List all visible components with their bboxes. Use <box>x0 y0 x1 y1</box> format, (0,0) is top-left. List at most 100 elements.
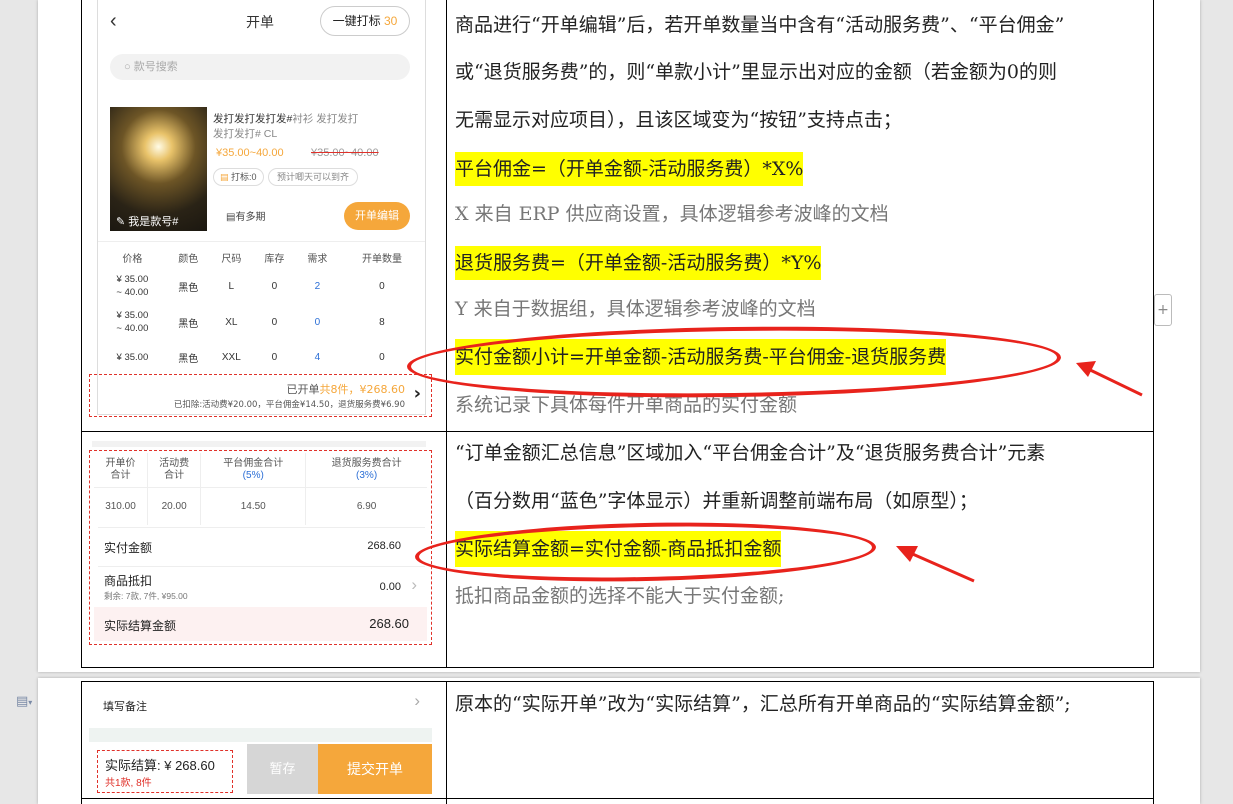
offset-value[interactable]: 0.00 <box>380 581 401 593</box>
table-border <box>81 681 1154 682</box>
screen-title: 开单 <box>246 14 274 30</box>
price-cell: ¥ 35.00 <box>116 351 149 363</box>
table-border <box>1153 0 1154 668</box>
doc-note: X 来自 ERP 供应商设置，具体逻辑参考波峰的文档 <box>455 203 889 225</box>
doc-paragraph: （百分数用“蓝色”字体显示）并重新调整前端布局（如原型）； <box>455 490 978 512</box>
product-price: ¥35.00~40.00 <box>216 147 284 159</box>
search-icon: ○ <box>124 61 131 73</box>
product-name-line2: 发打发打# CL <box>213 126 277 141</box>
subtotal-opened: 已开单 <box>286 383 320 396</box>
mobile-mockup-order: ‹ 开单 一键打标 30 ○ 款号搜索 ✎ 我是款号# 发打发打发打发#衬衫 发… <box>97 0 426 415</box>
summary-header-row: 开单价 合计 活动费 合计 平台佣金合计 (5%) 退货服务费合计 (3%) <box>94 453 427 488</box>
summary-header: 开单价 <box>105 457 136 469</box>
search-placeholder: 款号搜索 <box>133 61 178 73</box>
summary-percent: (5%) <box>242 469 264 481</box>
chevron-right-icon[interactable]: › <box>414 383 421 404</box>
formula-commission: 平台佣金=（开单金额-活动服务费）*X% <box>455 152 804 186</box>
divider <box>98 527 425 528</box>
product-old-price: ¥35.00~40.00 <box>311 147 379 159</box>
chevron-right-icon[interactable]: › <box>414 691 420 711</box>
qty-cell[interactable]: 8 <box>339 304 425 340</box>
chevron-right-icon[interactable]: › <box>411 575 417 595</box>
table-border <box>81 798 1154 799</box>
color-cell: 黑色 <box>178 282 199 294</box>
product-name-main: 发打发打发打发# <box>213 113 293 125</box>
arrow-icon <box>896 546 975 583</box>
save-draft-button[interactable]: 暂存 <box>247 744 318 794</box>
demand-cell: 2 <box>314 280 321 292</box>
table-border <box>1153 681 1154 804</box>
stock-cell: 0 <box>271 351 278 363</box>
summary-value: 6.90 <box>356 500 377 512</box>
remark-field[interactable]: 填写备注 <box>103 698 147 714</box>
offset-label: 商品抵扣 <box>104 574 153 588</box>
stock-cell: 0 <box>271 280 278 292</box>
document-icon[interactable]: ▤▾ <box>16 694 32 709</box>
summary-header: 退货服务费合计 <box>331 457 402 469</box>
demand-cell: 0 <box>314 316 321 328</box>
settlement-row: 实际结算金额 268.60 <box>94 607 427 641</box>
settlement-label: 实际结算金额 <box>104 619 177 633</box>
offset-remaining: 剩余: 7款, 7件, ¥95.00 <box>104 591 188 601</box>
color-cell: 黑色 <box>178 318 199 330</box>
column-header: 尺码 <box>221 253 242 265</box>
paid-amount-label: 实付金额 <box>104 541 153 555</box>
paid-amount-value: 268.60 <box>367 540 401 552</box>
multi-period[interactable]: ▤有多期 <box>226 208 265 223</box>
doc-paragraph: “订单金额汇总信息”区域加入“平台佣金合计”及“退货服务费合计”元素 <box>455 442 1046 464</box>
back-icon[interactable]: ‹ <box>110 10 117 33</box>
demand-cell: 4 <box>314 351 321 363</box>
doc-paragraph: 商品进行“开单编辑”后，若开单数量当中含有“活动服务费”、“平台佣金” <box>455 14 1065 36</box>
doc-paragraph: 无需显示对应项目），且该区域变为“按钮”支持点击； <box>455 109 902 131</box>
settle-total-area: 实际结算: ¥ 268.60 共1款, 8件 <box>97 750 233 793</box>
subtotal-deduction: 已扣除:活动费¥20.00，平台佣金¥14.50，退货服务费¥6.90 <box>173 400 405 410</box>
qty-cell[interactable]: 0 <box>339 268 425 304</box>
settle-count: 共1款, 8件 <box>105 778 152 789</box>
multi-period-label: 有多期 <box>235 212 266 223</box>
summary-value: 310.00 <box>94 487 148 525</box>
order-summary-area: 开单价 合计 活动费 合计 平台佣金合计 (5%) 退货服务费合计 (3%) 310.0… <box>89 450 432 645</box>
submit-order-button[interactable]: 提交开单 <box>318 744 432 794</box>
edit-icon: ✎ <box>116 216 126 228</box>
settlement-value: 268.60 <box>369 616 409 631</box>
column-header: 颜色 <box>178 253 199 265</box>
product-image: ✎ 我是款号# <box>110 107 207 231</box>
subtotal-count: 共8件， <box>319 383 360 396</box>
order-edit-button[interactable]: 开单编辑 <box>344 202 410 230</box>
summary-value: 20.00 <box>147 487 202 525</box>
sku-table-header: 价格 颜色 尺码 库存 需求 开单数量 <box>98 246 425 268</box>
product-code: CL <box>263 128 278 140</box>
subtotal-area[interactable]: 已开单共8件，¥268.60 已扣除:活动费¥20.00，平台佣金¥14.50，… <box>89 374 432 417</box>
product-name: 发打发打发打发#衬衫 发打发打 <box>213 111 413 126</box>
summary-header: 活动费 <box>159 457 190 469</box>
summary-values-row: 310.00 20.00 14.50 6.90 <box>94 487 427 525</box>
table-border <box>81 0 82 668</box>
quick-mark-label: 一键打标 <box>332 14 381 28</box>
summary-header: 平台佣金合计 <box>223 457 284 469</box>
table-row: ¥ 35.00 黑色 XXL 0 4 0 <box>98 340 425 374</box>
add-row-icon[interactable]: + <box>1154 294 1172 326</box>
sku-table: 价格 颜色 尺码 库存 需求 开单数量 ¥ 35.00 ~ 40.00 黑色 L 0 2 0 ¥ 3… <box>98 246 425 374</box>
image-caption: ✎ 我是款号# <box>116 213 178 229</box>
mark-tag-text: 打标:0 <box>231 172 257 182</box>
image-caption-text: 我是款号# <box>128 216 179 228</box>
price-cell: ~ 40.00 <box>116 287 149 298</box>
expect-tag: 预计唧天可以到齐 <box>268 168 359 186</box>
subtotal-summary: 已开单共8件，¥268.60 <box>287 381 406 397</box>
arrow-icon <box>1076 361 1143 397</box>
table-border <box>81 681 82 804</box>
doc-paragraph: 或“退货服务费”的，则“单款小计”里显示出对应的金额（若金额为0的则 <box>455 61 1057 83</box>
summary-table: 开单价 合计 活动费 合计 平台佣金合计 (5%) 退货服务费合计 (3%) 310.0… <box>94 453 427 525</box>
search-input[interactable]: ○ 款号搜索 <box>110 54 410 80</box>
size-cell: XL <box>225 316 238 328</box>
divider <box>98 566 425 567</box>
size-cell: XXL <box>221 351 241 363</box>
summary-header: 合计 <box>110 469 131 481</box>
settle-total: 实际结算: ¥ 268.60 <box>105 758 215 773</box>
product-name-line2-text: 发打发打# <box>213 128 261 140</box>
table-border <box>81 667 1154 668</box>
price-cell: ¥ 35.00 <box>116 310 149 321</box>
column-header: 库存 <box>264 253 285 265</box>
mark-icon: ▤ <box>220 172 229 182</box>
quick-mark-button[interactable]: 一键打标 30 <box>320 6 410 36</box>
